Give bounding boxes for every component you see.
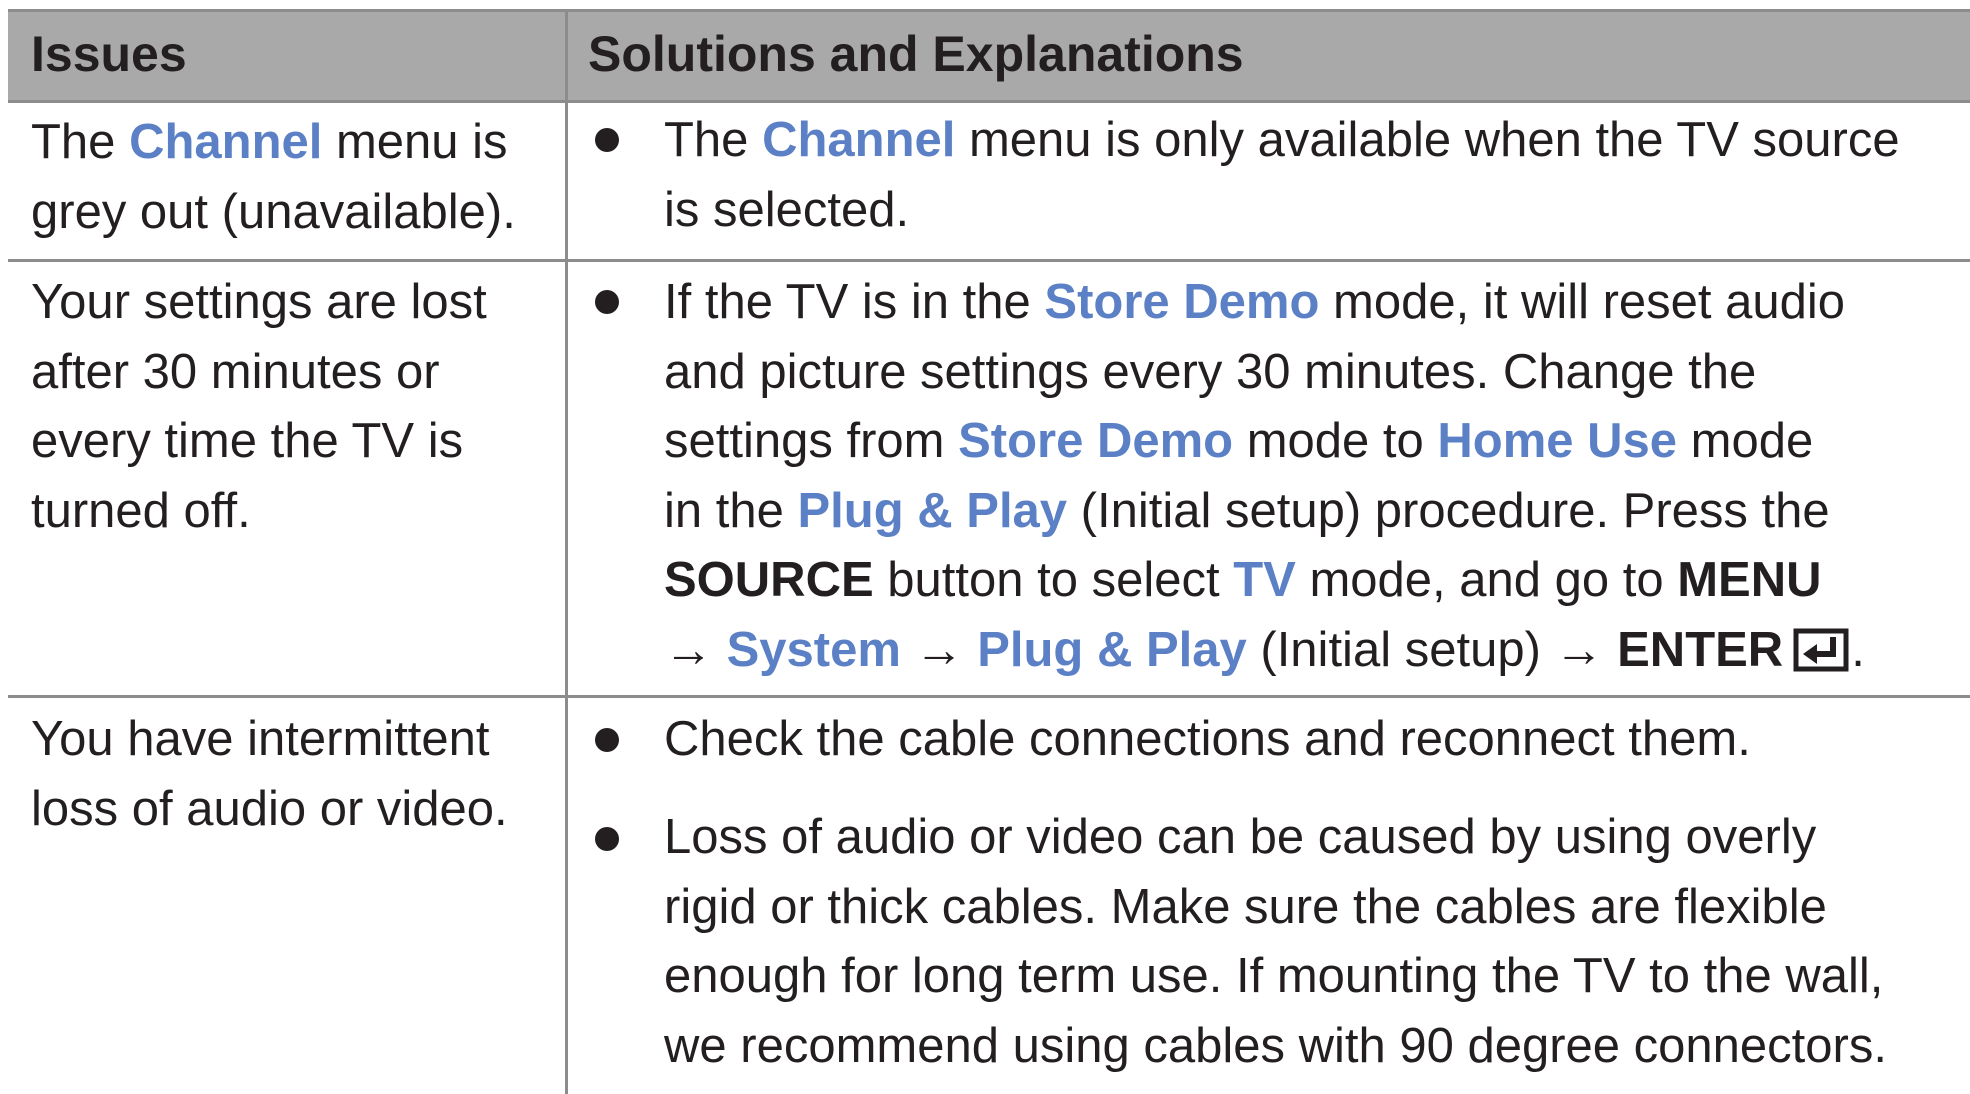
issue-cell: Your settings are lost after 30 minutes …: [31, 268, 551, 546]
menu-term: Channel: [129, 115, 323, 169]
row-divider: [8, 259, 1970, 262]
solution-line: SOURCE button to select TV mode, and go …: [664, 553, 1822, 607]
issue-line: after 30 minutes or: [31, 344, 440, 399]
header-solutions: Solutions and Explanations: [588, 26, 1244, 82]
menu-term: Store Demo: [958, 414, 1234, 468]
solution-line: → System → Plug & Play (Initial setup) →…: [664, 622, 1865, 677]
solution-line: is selected.: [664, 182, 910, 237]
issue-line: The Channel menu is: [31, 115, 508, 169]
table-top-rule: [8, 9, 1970, 12]
menu-term: Plug & Play: [797, 483, 1068, 538]
issue-line: You have intermittent: [31, 712, 490, 766]
solution-line: and picture settings every 30 minutes. C…: [664, 344, 1757, 399]
issue-line: every time the TV is: [31, 414, 464, 468]
menu-term: System: [726, 622, 901, 677]
bullet-icon: [595, 128, 619, 152]
issue-cell: The Channel menu is grey out (unavailabl…: [31, 108, 551, 247]
menu-term: TV: [1233, 553, 1296, 607]
menu-term: Home Use: [1437, 414, 1678, 468]
solution-line: Check the cable connections and reconnec…: [664, 712, 1751, 766]
solution-item: If the TV is in the Store Demo mode, it …: [664, 268, 1970, 685]
solution-line: in the Plug & Play (Initial setup) proce…: [664, 483, 1830, 538]
solution-line: rigid or thick cables. Make sure the cab…: [664, 879, 1827, 934]
button-name: ENTER: [1617, 622, 1784, 677]
troubleshooting-table: Issues Solutions and Explanations The Ch…: [0, 0, 1970, 1094]
issue-line: turned off.: [31, 483, 251, 538]
solution-line: settings from Store Demo mode to Home Us…: [664, 414, 1814, 468]
bullet-icon: [595, 728, 619, 752]
solution-item: Check the cable connections and reconnec…: [664, 705, 1970, 775]
solution-item: Loss of audio or video can be caused by …: [664, 803, 1970, 1081]
bullet-icon: [595, 290, 619, 314]
solution-line: we recommend using cables with 90 degree…: [664, 1018, 1887, 1073]
button-name: MENU: [1677, 553, 1822, 607]
issue-line: grey out (unavailable).: [31, 184, 516, 239]
menu-term: Plug & Play: [977, 622, 1247, 677]
header-issues: Issues: [31, 26, 187, 82]
solution-line: Loss of audio or video can be caused by …: [664, 810, 1817, 864]
issue-line: loss of audio or video.: [31, 781, 508, 836]
menu-term: Store Demo: [1044, 275, 1320, 329]
column-divider: [565, 9, 568, 1094]
solution-line: enough for long term use. If mounting th…: [664, 949, 1884, 1003]
solution-line: The Channel menu is only available when …: [664, 113, 1900, 167]
header-bottom-rule: [8, 100, 1970, 103]
solution-item: The Channel menu is only available when …: [664, 106, 1970, 245]
row-divider: [8, 695, 1970, 698]
issue-cell: You have intermittent loss of audio or v…: [31, 705, 551, 844]
issue-line: Your settings are lost: [31, 275, 487, 329]
button-name: SOURCE: [664, 553, 874, 607]
enter-key-icon: [1793, 628, 1849, 671]
solution-line: If the TV is in the Store Demo mode, it …: [664, 275, 1846, 329]
menu-term: Channel: [762, 113, 956, 167]
bullet-icon: [595, 827, 619, 851]
